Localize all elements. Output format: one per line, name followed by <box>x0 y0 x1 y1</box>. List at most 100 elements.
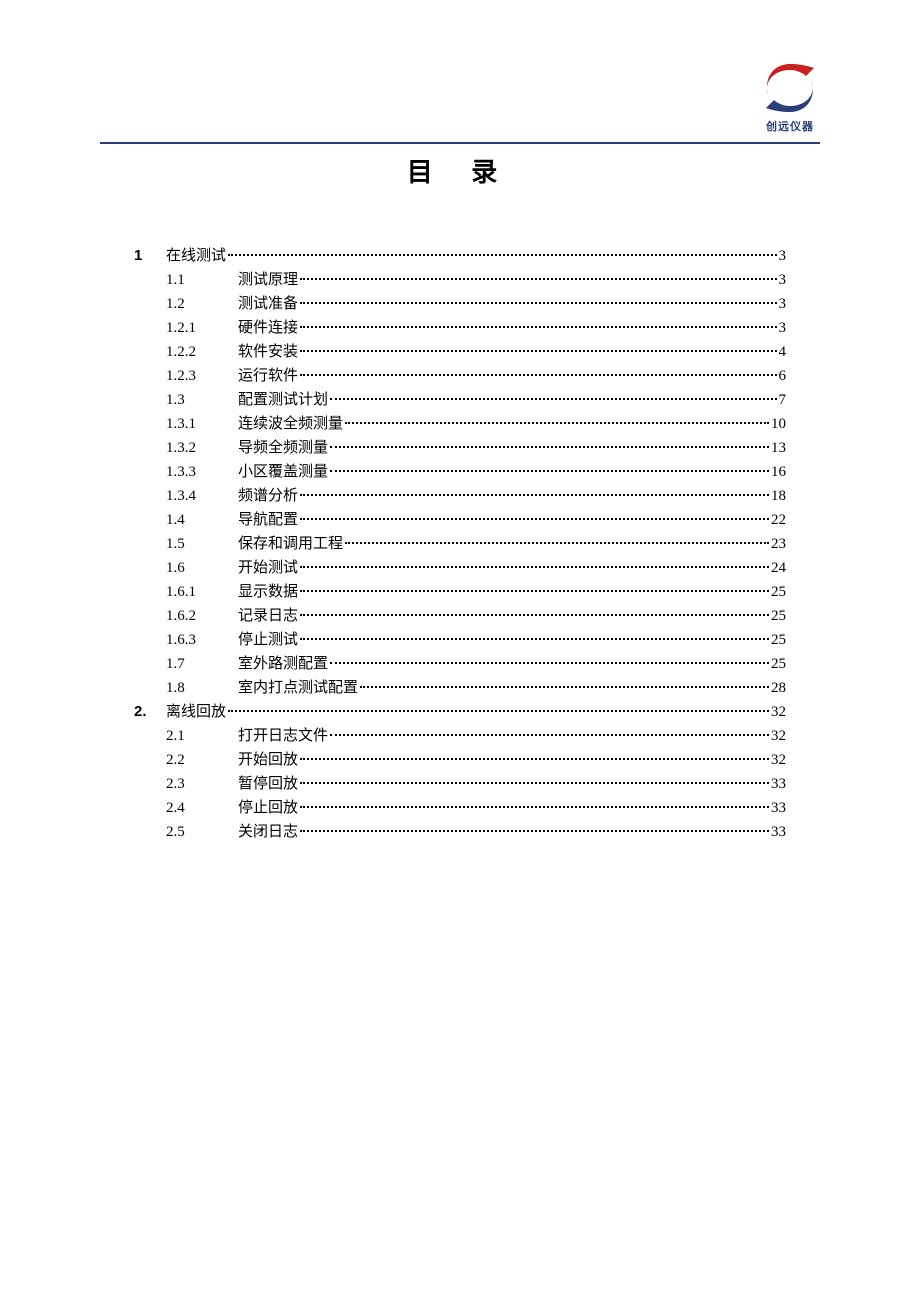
toc-entry[interactable]: 1.2.1硬件连接 3 <box>134 316 786 340</box>
toc-entry-title: 停止测试 <box>238 628 298 652</box>
logo-icon <box>760 60 820 116</box>
toc-section-number: 1.2.1 <box>166 316 238 340</box>
toc-page-number: 18 <box>771 484 786 508</box>
toc-page-number: 25 <box>771 580 786 604</box>
toc-leader-dots <box>300 326 776 328</box>
toc-entry[interactable]: 2.2开始回放32 <box>134 748 786 772</box>
toc-entry[interactable]: 1.3配置测试计划7 <box>134 388 786 412</box>
toc-entry[interactable]: 2.3暂停回放33 <box>134 772 786 796</box>
toc-heading: 目 录 <box>0 152 920 189</box>
toc-entry[interactable]: 1.4导航配置22 <box>134 508 786 532</box>
toc-page-number: 3 <box>779 292 787 316</box>
toc-leader-dots <box>330 470 769 472</box>
toc-leader-dots <box>300 566 769 568</box>
toc-section-number: 2.4 <box>166 796 238 820</box>
toc-section-number: 1.6 <box>166 556 238 580</box>
toc-entry-title: 在线测试 <box>166 244 226 268</box>
toc-entry-title: 保存和调用工程 <box>238 532 343 556</box>
toc-leader-dots <box>300 614 769 616</box>
toc-entry[interactable]: 1.2.2软件安装4 <box>134 340 786 364</box>
toc-section-number: 1.2.2 <box>166 340 238 364</box>
toc-entry[interactable]: 1.5保存和调用工程 23 <box>134 532 786 556</box>
toc-leader-dots <box>300 374 776 376</box>
logo: 创远仪器 <box>760 60 820 134</box>
toc-leader-dots <box>330 446 769 448</box>
toc-entry-title: 导航配置 <box>238 508 298 532</box>
toc-leader-dots <box>300 494 769 496</box>
toc-entry-title: 室外路测配置 <box>238 652 328 676</box>
toc-entry[interactable]: 1在线测试3 <box>134 244 786 268</box>
toc-page-number: 33 <box>771 796 786 820</box>
toc-section-number: 1.5 <box>166 532 238 556</box>
toc-section-number: 1.3.4 <box>166 484 238 508</box>
toc-entry[interactable]: 1.3.1连续波全频测量 10 <box>134 412 786 436</box>
toc-chapter-number: 1 <box>134 244 166 268</box>
toc-page-number: 10 <box>771 412 786 436</box>
toc-entry[interactable]: 1.3.3小区覆盖测量16 <box>134 460 786 484</box>
toc-leader-dots <box>228 254 776 256</box>
toc-entry-title: 开始测试 <box>238 556 298 580</box>
toc-leader-dots <box>330 662 769 664</box>
toc-section-number: 1.4 <box>166 508 238 532</box>
toc-entry-title: 室内打点测试配置 <box>238 676 358 700</box>
toc-entry-title: 开始回放 <box>238 748 298 772</box>
page: 创远仪器 目 录 1在线测试31.1测试原理31.2测试准备31.2.1硬件连接… <box>0 0 920 1302</box>
toc-entry-title: 打开日志文件 <box>238 724 328 748</box>
toc-entry[interactable]: 1.2.3运行软件6 <box>134 364 786 388</box>
toc-section-number: 1.3.1 <box>166 412 238 436</box>
toc-section-number: 2.3 <box>166 772 238 796</box>
toc-page-number: 32 <box>771 700 786 724</box>
toc-page-number: 25 <box>771 628 786 652</box>
toc-entry-title: 连续波全频测量 <box>238 412 343 436</box>
toc-entry-title: 记录日志 <box>238 604 298 628</box>
toc-section-number: 2.1 <box>166 724 238 748</box>
toc-entry-title: 小区覆盖测量 <box>238 460 328 484</box>
toc-page-number: 6 <box>779 364 787 388</box>
toc-section-number: 1.6.3 <box>166 628 238 652</box>
toc-list: 1在线测试31.1测试原理31.2测试准备31.2.1硬件连接31.2.2软件安… <box>134 244 786 844</box>
toc-section-number: 1.6.2 <box>166 604 238 628</box>
toc-entry[interactable]: 2.1打开日志文件 32 <box>134 724 786 748</box>
toc-leader-dots <box>330 398 776 400</box>
toc-entry[interactable]: 1.6.1显示数据25 <box>134 580 786 604</box>
toc-leader-dots <box>300 806 769 808</box>
toc-entry-title: 软件安装 <box>238 340 298 364</box>
toc-entry[interactable]: 2.离线回放32 <box>134 700 786 724</box>
toc-entry-title: 硬件连接 <box>238 316 298 340</box>
toc-page-number: 24 <box>771 556 786 580</box>
toc-page-number: 25 <box>771 604 786 628</box>
toc-leader-dots <box>345 422 769 424</box>
toc-entry-title: 停止回放 <box>238 796 298 820</box>
toc-entry[interactable]: 1.6.2记录日志 25 <box>134 604 786 628</box>
toc-entry[interactable]: 1.1测试原理3 <box>134 268 786 292</box>
toc-section-number: 1.2 <box>166 292 238 316</box>
toc-leader-dots <box>300 782 769 784</box>
toc-leader-dots <box>360 686 769 688</box>
toc-entry[interactable]: 1.6开始测试 24 <box>134 556 786 580</box>
toc-page-number: 33 <box>771 772 786 796</box>
toc-leader-dots <box>300 758 769 760</box>
toc-page-number: 16 <box>771 460 786 484</box>
toc-entry[interactable]: 1.8室内打点测试配置28 <box>134 676 786 700</box>
toc-page-number: 33 <box>771 820 786 844</box>
toc-entry[interactable]: 1.6.3停止测试 25 <box>134 628 786 652</box>
logo-caption: 创远仪器 <box>760 118 820 134</box>
toc-leader-dots <box>330 734 769 736</box>
toc-page-number: 3 <box>779 316 787 340</box>
toc-entry[interactable]: 1.2测试准备 3 <box>134 292 786 316</box>
toc-entry[interactable]: 1.3.4频谱分析18 <box>134 484 786 508</box>
toc-entry[interactable]: 2.5关闭日志33 <box>134 820 786 844</box>
header-divider <box>100 142 820 144</box>
toc-page-number: 28 <box>771 676 786 700</box>
toc-entry[interactable]: 2.4停止回放 33 <box>134 796 786 820</box>
toc-section-number: 1.3 <box>166 388 238 412</box>
toc-section-number: 2.5 <box>166 820 238 844</box>
toc-section-number: 1.1 <box>166 268 238 292</box>
toc-leader-dots <box>300 590 769 592</box>
toc-page-number: 32 <box>771 724 786 748</box>
toc-entry[interactable]: 1.3.2导频全频测量13 <box>134 436 786 460</box>
toc-page-number: 23 <box>771 532 786 556</box>
toc-entry-title: 测试准备 <box>238 292 298 316</box>
toc-page-number: 7 <box>779 388 787 412</box>
toc-entry[interactable]: 1.7室外路测配置25 <box>134 652 786 676</box>
